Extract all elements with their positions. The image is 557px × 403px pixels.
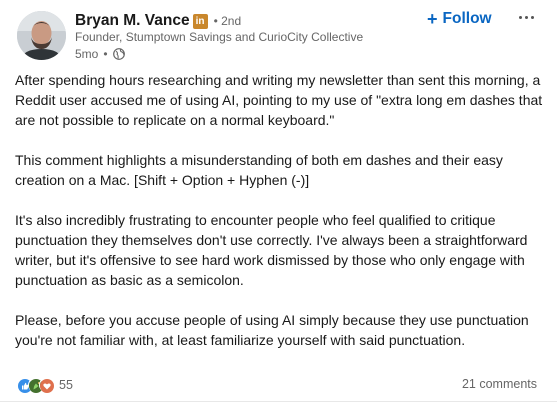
globe-icon [112,47,125,60]
comments-count-link[interactable]: 21 comments [462,377,537,391]
author-name[interactable]: Bryan M. Vance [75,12,190,30]
post-paragraph: After spending hours researching and wri… [15,72,543,128]
post-time: 5mo [75,46,99,61]
more-dot [530,15,534,19]
author-row: Bryan M. Vance in • 2nd [75,10,241,32]
plus-icon: + [427,9,438,29]
connection-degree: • 2nd [213,14,242,28]
avatar[interactable] [17,11,66,60]
post-text: After spending hours researching and wri… [15,70,545,370]
meta-separator: • [103,46,108,61]
post-paragraph: It's also incredibly frustrating to enco… [15,212,528,288]
reaction-count: 55 [59,378,73,392]
more-options-button[interactable] [515,7,537,27]
linkedin-premium-icon: in [192,13,208,29]
post-paragraph: This comment highlights a misunderstandi… [15,152,503,188]
post-paragraph: Please, before you accuse people of usin… [15,312,529,348]
follow-button[interactable]: + Follow [427,9,492,29]
reaction-icons [17,378,54,393]
author-headline: Founder, Stumptown Savings and CurioCity… [75,30,364,44]
more-dot [524,15,528,19]
reactions-summary[interactable]: 55 [17,376,73,394]
follow-label: Follow [442,10,492,27]
post-meta: 5mo • [75,46,125,61]
divider [0,401,557,402]
feed-post-card: Bryan M. Vance in • 2nd Founder, Stumpto… [0,0,557,403]
more-dot [518,15,522,19]
support-icon [39,378,54,393]
